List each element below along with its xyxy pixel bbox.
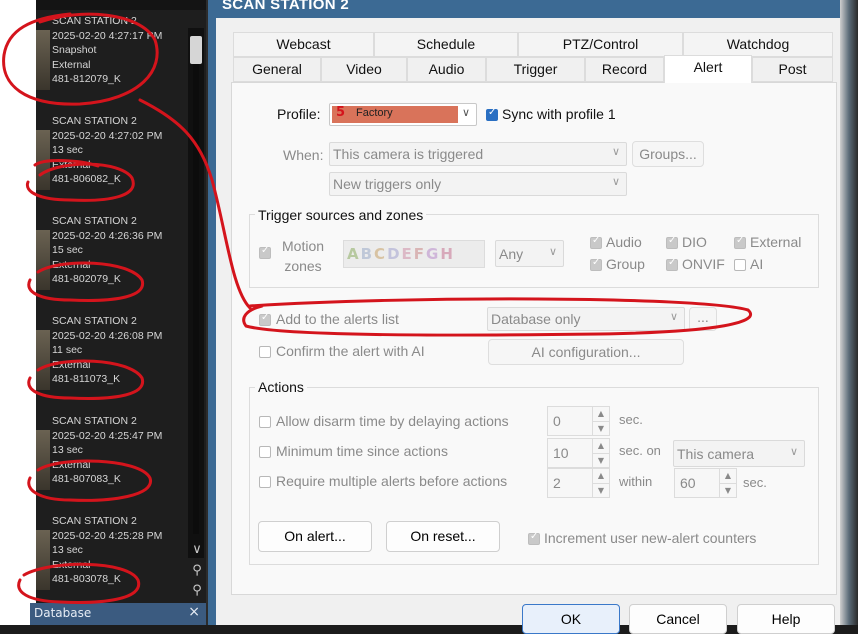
annotation-arrow	[138, 98, 252, 310]
annotation-circle-clip5	[27, 459, 152, 502]
annotation-circle-clip2	[25, 159, 135, 202]
annotation-circle-clip1	[2, 12, 159, 106]
annotation-circle-clip6	[17, 562, 141, 604]
annotation-ellipse-alerts	[242, 297, 753, 337]
annotation-circle-clip3	[27, 261, 145, 302]
annotation-circle-clip4	[27, 359, 145, 400]
red-annotation-overlay	[2, 12, 753, 604]
